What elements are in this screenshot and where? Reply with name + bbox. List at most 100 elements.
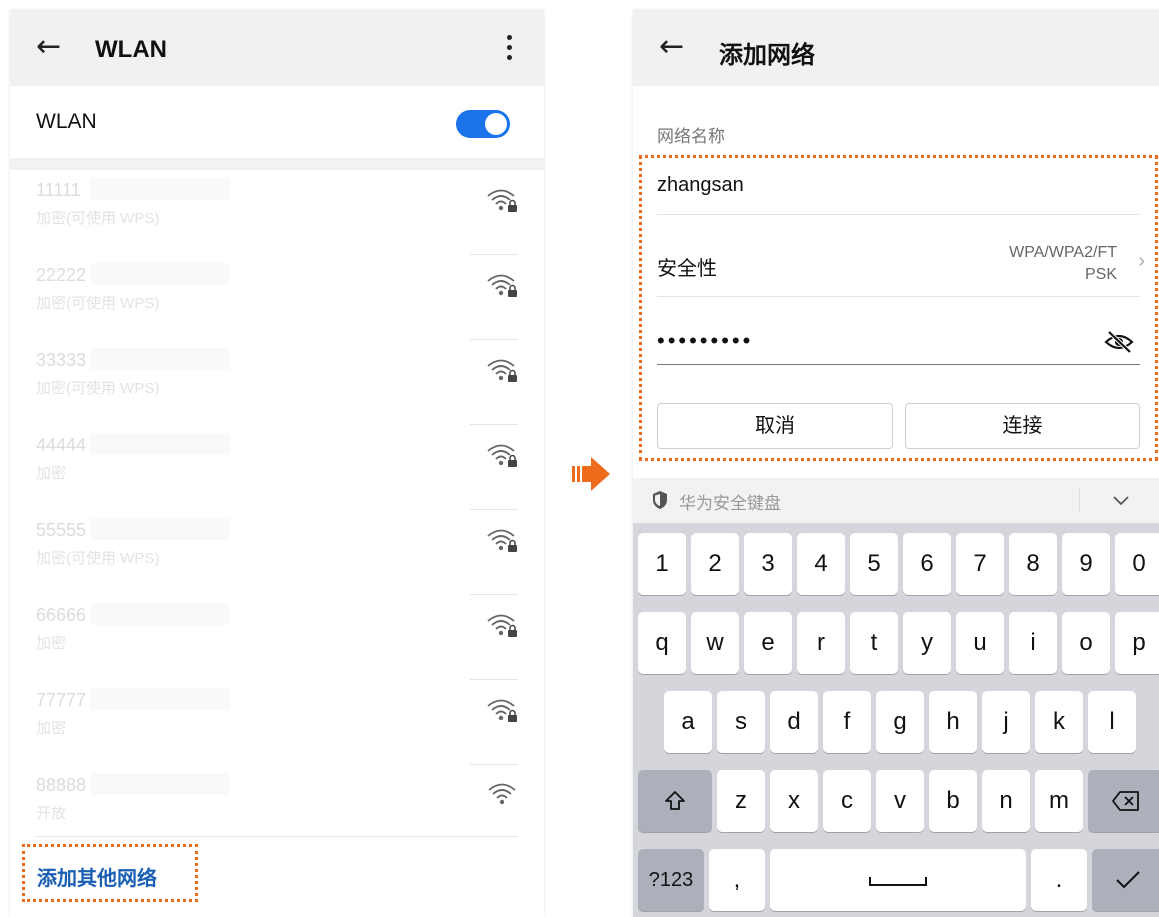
network-item[interactable]: 77777 加密 bbox=[10, 680, 544, 765]
back-arrow-icon[interactable]: ← bbox=[659, 32, 684, 62]
key-7[interactable]: 7 bbox=[956, 533, 1004, 595]
key-f[interactable]: f bbox=[823, 691, 871, 753]
key-9[interactable]: 9 bbox=[1062, 533, 1110, 595]
network-item[interactable]: 88888 开放 bbox=[10, 765, 544, 850]
network-item[interactable]: 11111 加密(可使用 WPS) bbox=[10, 170, 544, 255]
ssid-redaction bbox=[90, 518, 230, 540]
network-ssid: 77777 bbox=[36, 690, 87, 710]
key-w[interactable]: w bbox=[691, 612, 739, 674]
key-p[interactable]: p bbox=[1115, 612, 1159, 674]
key-5[interactable]: 5 bbox=[850, 533, 898, 595]
key-b[interactable]: b bbox=[929, 770, 977, 832]
network-item[interactable]: 44444 加密 bbox=[10, 425, 544, 510]
key-m[interactable]: m bbox=[1035, 770, 1083, 832]
network-item[interactable]: 55555 加密(可使用 WPS) bbox=[10, 510, 544, 595]
security-value[interactable]: WPA/WPA2/FT PSK bbox=[1009, 242, 1117, 286]
symbols-key[interactable]: ?123 bbox=[638, 849, 704, 911]
key-j[interactable]: j bbox=[982, 691, 1030, 753]
network-status: 加密(可使用 WPS) bbox=[36, 380, 160, 397]
chevron-down-icon[interactable] bbox=[1111, 491, 1131, 511]
ssid-redaction bbox=[90, 263, 230, 285]
key-s[interactable]: s bbox=[717, 691, 765, 753]
ssid-redaction bbox=[90, 603, 230, 625]
security-value-line2: PSK bbox=[1084, 266, 1117, 283]
backspace-icon bbox=[1111, 791, 1139, 811]
key-i[interactable]: i bbox=[1009, 612, 1057, 674]
network-ssid: 55555 bbox=[36, 520, 87, 540]
backspace-key[interactable] bbox=[1088, 770, 1159, 832]
key-a[interactable]: a bbox=[664, 691, 712, 753]
add-network-header: ← 添加网络 bbox=[633, 10, 1159, 86]
key-x[interactable]: x bbox=[770, 770, 818, 832]
period-key[interactable]: . bbox=[1031, 849, 1087, 911]
key-0[interactable]: 0 bbox=[1115, 533, 1159, 595]
page-title: 添加网络 bbox=[719, 42, 815, 69]
network-item[interactable]: 66666 加密 bbox=[10, 595, 544, 680]
wifi-lock-icon bbox=[487, 444, 517, 467]
page-title: WLAN bbox=[95, 36, 167, 63]
key-v[interactable]: v bbox=[876, 770, 924, 832]
security-value-line1: WPA/WPA2/FT bbox=[1009, 244, 1117, 261]
network-item[interactable]: 22222 加密(可使用 WPS) bbox=[10, 255, 544, 340]
network-status: 加密 bbox=[36, 465, 67, 482]
ssid-input[interactable]: zhangsan bbox=[657, 174, 744, 197]
cancel-button[interactable]: 取消 bbox=[657, 403, 893, 449]
checkmark-icon bbox=[1115, 871, 1140, 889]
key-q[interactable]: q bbox=[638, 612, 686, 674]
key-g[interactable]: g bbox=[876, 691, 924, 753]
key-1[interactable]: 1 bbox=[638, 533, 686, 595]
network-item[interactable]: 33333 加密(可使用 WPS) bbox=[10, 340, 544, 425]
key-l[interactable]: l bbox=[1088, 691, 1136, 753]
network-status: 加密(可使用 WPS) bbox=[36, 550, 160, 567]
key-h[interactable]: h bbox=[929, 691, 977, 753]
key-2[interactable]: 2 bbox=[691, 533, 739, 595]
field-divider bbox=[657, 214, 1140, 215]
eye-off-icon[interactable] bbox=[1103, 330, 1135, 354]
network-name-label: 网络名称 bbox=[657, 127, 725, 146]
network-ssid: 11111 bbox=[36, 180, 81, 200]
key-e[interactable]: e bbox=[744, 612, 792, 674]
list-divider bbox=[36, 836, 518, 837]
wifi-lock-icon bbox=[487, 189, 517, 212]
password-input[interactable]: ••••••••• bbox=[657, 328, 753, 354]
key-d[interactable]: d bbox=[770, 691, 818, 753]
key-4[interactable]: 4 bbox=[797, 533, 845, 595]
key-u[interactable]: u bbox=[956, 612, 1004, 674]
back-arrow-icon[interactable]: ← bbox=[36, 32, 61, 62]
shift-icon bbox=[665, 791, 685, 810]
key-t[interactable]: t bbox=[850, 612, 898, 674]
keyboard-bar-divider bbox=[1079, 488, 1080, 512]
key-c[interactable]: c bbox=[823, 770, 871, 832]
key-o[interactable]: o bbox=[1062, 612, 1110, 674]
wlan-toggle-label: WLAN bbox=[36, 110, 97, 133]
key-n[interactable]: n bbox=[982, 770, 1030, 832]
space-key[interactable] bbox=[770, 849, 1026, 911]
key-z[interactable]: z bbox=[717, 770, 765, 832]
connect-button[interactable]: 连接 bbox=[905, 403, 1140, 449]
wifi-lock-icon bbox=[487, 274, 517, 297]
enter-key[interactable] bbox=[1092, 849, 1159, 911]
keyboard-title-bar: 华为安全键盘 bbox=[633, 478, 1159, 523]
chevron-right-icon[interactable]: › bbox=[1138, 250, 1145, 273]
key-6[interactable]: 6 bbox=[903, 533, 951, 595]
wlan-toggle-switch[interactable] bbox=[456, 110, 510, 138]
space-bar-icon bbox=[869, 877, 927, 886]
more-vertical-icon[interactable] bbox=[501, 32, 517, 68]
shift-key[interactable] bbox=[638, 770, 712, 832]
network-ssid: 88888 bbox=[36, 775, 87, 795]
wlan-header: ← WLAN bbox=[10, 10, 544, 86]
key-8[interactable]: 8 bbox=[1009, 533, 1057, 595]
password-underline bbox=[657, 364, 1140, 365]
key-3[interactable]: 3 bbox=[744, 533, 792, 595]
wifi-lock-icon bbox=[487, 614, 517, 637]
ssid-redaction bbox=[90, 348, 230, 370]
keyboard-title: 华为安全键盘 bbox=[679, 494, 781, 513]
key-k[interactable]: k bbox=[1035, 691, 1083, 753]
wifi-open-icon bbox=[488, 783, 516, 805]
add-other-network-link[interactable]: 添加其他网络 bbox=[22, 844, 198, 902]
key-r[interactable]: r bbox=[797, 612, 845, 674]
shield-icon bbox=[653, 491, 667, 509]
comma-key[interactable]: , bbox=[709, 849, 765, 911]
key-y[interactable]: y bbox=[903, 612, 951, 674]
section-divider bbox=[10, 158, 544, 170]
